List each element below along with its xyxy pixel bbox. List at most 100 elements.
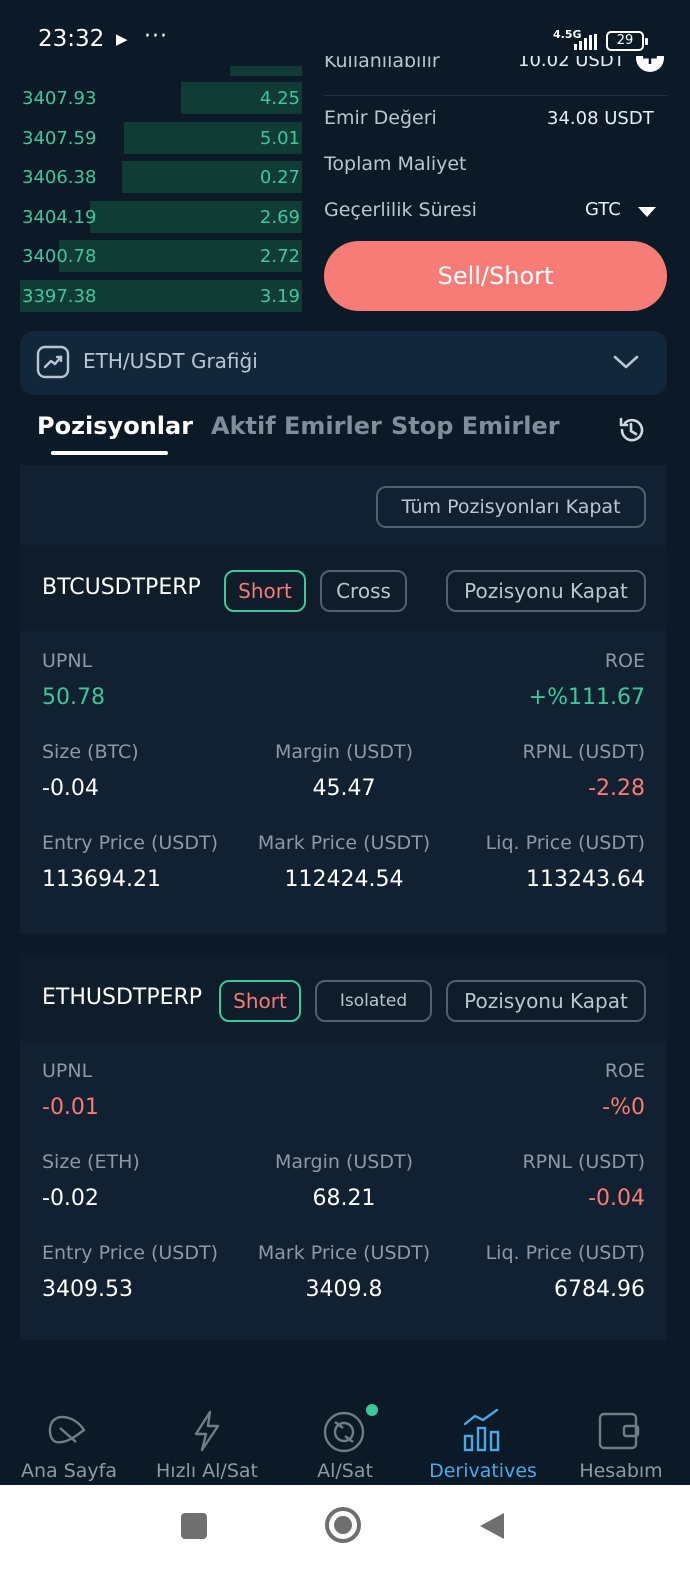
chart-toggle[interactable]: ETH/USDT Grafiği (20, 331, 667, 395)
order-book-row[interactable]: 3407.93 4.25 (20, 82, 302, 114)
position-side-badge: Short (224, 570, 306, 612)
upnl-label: UPNL (42, 650, 93, 672)
size-value: -0.04 (42, 776, 99, 801)
position-card: BTCUSDTPERP Short Cross Pozisyonu Kapat UPNL… (20, 545, 667, 934)
validity-select[interactable]: GTC (582, 197, 662, 227)
margin-label: Margin (USDT) (275, 1151, 413, 1173)
lightning-icon (194, 1410, 220, 1452)
order-book-price: 3406.38 (22, 167, 97, 188)
play-icon: ▶ (116, 30, 128, 48)
mark-price-label: Mark Price (USDT) (257, 832, 431, 854)
home-icon (48, 1415, 86, 1444)
nav-item-derivatives[interactable]: Derivatives (414, 1460, 552, 1482)
order-book-partial-row (230, 66, 302, 76)
chart-toggle-label: ETH/USDT Grafiği (83, 349, 258, 373)
mark-price-value: 112424.54 (284, 867, 404, 892)
order-book-price: 3397.38 (22, 285, 97, 307)
size-label: Size (ETH) (42, 1151, 140, 1173)
nav-item-al-sat[interactable]: Al/Sat (276, 1460, 414, 1482)
order-book-qty: 2.69 (259, 206, 300, 228)
rpnl-value: -2.28 (588, 776, 645, 801)
margin-value: 45.47 (312, 776, 376, 801)
tab-positions[interactable]: Pozisyonlar (37, 412, 193, 440)
position-card-header: ETHUSDTPERP Short Isolated Pozisyonu Kapat (20, 955, 667, 1041)
roe-label: ROE (604, 1060, 645, 1082)
home-button-dot (334, 1516, 352, 1534)
order-book-row[interactable]: 3404.19 2.69 (20, 200, 302, 233)
order-book-row[interactable]: 3397.38 3.19 (20, 279, 302, 312)
position-symbol: BTCUSDTPERP (42, 575, 201, 600)
positions-toolbar: Tüm Pozisyonları Kapat (20, 465, 667, 545)
margin-value: 68.21 (312, 1186, 376, 1211)
order-book-price: 3407.59 (22, 127, 97, 149)
liq-price-label: Liq. Price (USDT) (485, 1242, 645, 1264)
swap-icon (323, 1411, 365, 1453)
close-position-button[interactable]: Pozisyonu Kapat (446, 570, 646, 612)
order-book-row[interactable]: 3407.59 5.01 (20, 121, 302, 154)
mark-price-value: 3409.8 (305, 1277, 383, 1302)
tab-active-indicator (51, 451, 168, 455)
position-card-header: BTCUSDTPERP Short Cross Pozisyonu Kapat (20, 545, 667, 631)
entry-price-label: Entry Price (USDT) (42, 832, 219, 854)
margin-label: Margin (USDT) (275, 741, 413, 763)
add-funds-icon[interactable]: + (636, 56, 664, 72)
position-symbol: ETHUSDTPERP (42, 985, 203, 1010)
system-nav-bar (0, 1485, 690, 1572)
position-card: ETHUSDTPERP Short Isolated Pozisyonu Kapat U… (20, 955, 667, 1340)
order-value: 34.08 USDT (547, 108, 654, 129)
size-value: -0.02 (42, 1186, 99, 1211)
available-row: Kullanılabilir 10.02 USDT + (324, 56, 667, 82)
nav-item-ana-sayfa[interactable]: Ana Sayfa (0, 1460, 138, 1482)
close-all-positions-button[interactable]: Tüm Pozisyonları Kapat (376, 486, 646, 528)
tab-stop-orders[interactable]: Stop Emirler (391, 412, 560, 440)
order-book-qty: 4.25 (259, 88, 300, 109)
liq-price-label: Liq. Price (USDT) (485, 832, 645, 854)
back-button[interactable] (478, 1511, 506, 1541)
order-book-price: 3407.93 (22, 88, 97, 109)
upnl-value: -0.01 (42, 1095, 99, 1120)
upnl-value: 50.78 (42, 685, 105, 710)
chevron-down-icon (613, 355, 639, 369)
position-side-badge: Short (219, 980, 301, 1022)
validity-value: GTC (585, 199, 621, 220)
order-book-price: 3404.19 (22, 206, 97, 228)
divider (324, 95, 667, 96)
upnl-label: UPNL (42, 1060, 93, 1082)
order-book-price: 3400.78 (22, 246, 97, 267)
battery-icon: 29 (606, 31, 648, 51)
chart-icon (36, 345, 70, 379)
entry-price-value: 3409.53 (42, 1277, 133, 1302)
roe-value: -%0 (602, 1095, 645, 1120)
nav-item-h-zl-al-sat[interactable]: Hızlı Al/Sat (138, 1460, 276, 1482)
roe-label: ROE (604, 650, 645, 672)
signal-icon (574, 34, 597, 50)
battery-level: 29 (616, 33, 634, 48)
order-book-qty: 2.72 (259, 246, 300, 267)
home-button[interactable] (325, 1507, 361, 1543)
rpnl-value: -0.04 (588, 1186, 645, 1211)
position-mode-badge: Cross (320, 570, 407, 612)
validity-label: Geçerlilik Süresi (324, 199, 477, 221)
close-position-button[interactable]: Pozisyonu Kapat (446, 980, 646, 1022)
size-label: Size (BTC) (42, 741, 139, 763)
order-book-qty: 3.19 (259, 285, 300, 307)
recents-button[interactable] (181, 1513, 207, 1539)
liq-price-value: 113243.64 (526, 867, 645, 892)
more-dots-icon: ··· (144, 24, 168, 49)
mark-price-label: Mark Price (USDT) (257, 1242, 431, 1264)
sell-short-button[interactable]: Sell/Short (324, 241, 667, 311)
history-icon[interactable] (616, 415, 646, 445)
nav-item-hesab-m[interactable]: Hesabım (552, 1460, 690, 1482)
derivatives-chart-icon (463, 1408, 500, 1452)
order-book-row[interactable]: 3400.78 2.72 (20, 240, 302, 272)
order-book-row[interactable]: 3406.38 0.27 (20, 161, 302, 193)
available-label: Kullanılabilir (324, 56, 440, 72)
rpnl-label: RPNL (USDT) (522, 741, 645, 763)
liq-price-value: 6784.96 (554, 1277, 645, 1302)
notification-dot (366, 1404, 378, 1416)
order-book-qty: 0.27 (259, 167, 300, 188)
roe-value: +%111.67 (528, 685, 645, 710)
tab-active-orders[interactable]: Aktif Emirler (211, 412, 382, 440)
caret-down-icon (638, 207, 656, 217)
total-cost-label: Toplam Maliyet (324, 153, 467, 175)
